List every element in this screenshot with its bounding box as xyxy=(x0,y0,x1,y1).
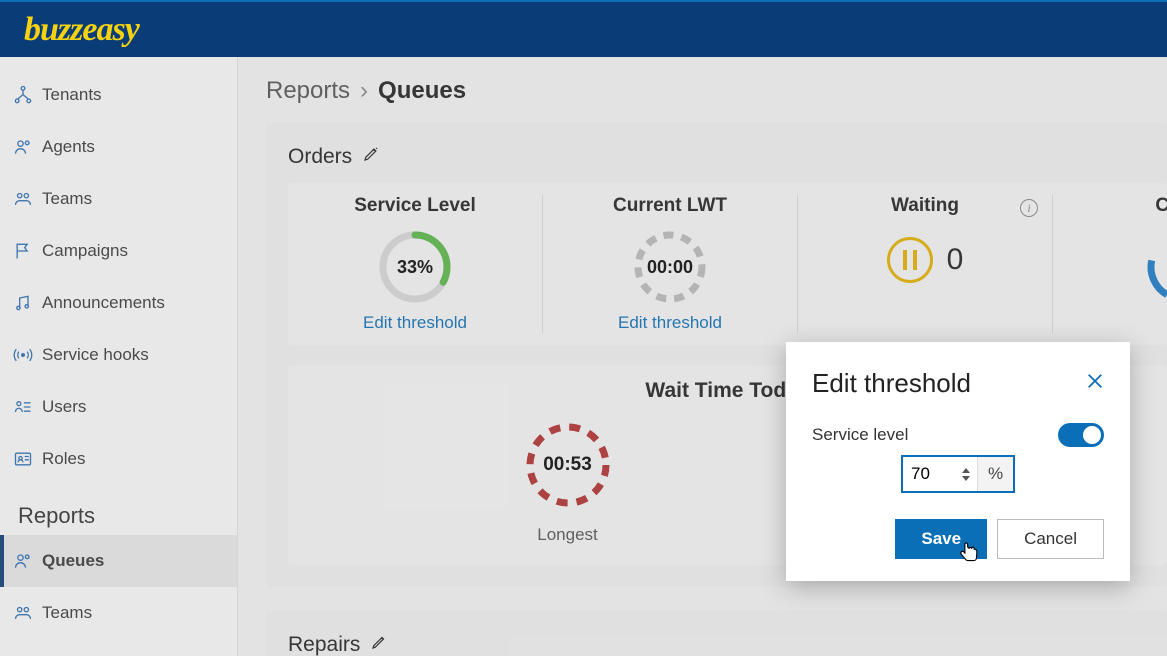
breadcrumb-current: Queues xyxy=(378,77,466,105)
sidebar-item-label: Tenants xyxy=(42,85,102,105)
person-icon xyxy=(12,136,34,158)
input-suffix: % xyxy=(977,457,1013,491)
sidebar-item-label: Teams xyxy=(42,603,92,623)
stat-sublabel: Longest xyxy=(537,525,598,545)
stat-card-current-lwt: Current LWT 00:00 Edit threshold xyxy=(543,195,798,333)
stat-title: Current LWT xyxy=(613,195,727,217)
sidebar-item-label: Announcements xyxy=(42,293,165,313)
service-level-toggle[interactable] xyxy=(1058,423,1104,447)
sidebar-item-teams[interactable]: Teams xyxy=(0,173,237,225)
network-icon xyxy=(12,84,34,106)
edit-icon[interactable] xyxy=(370,633,388,656)
sidebar-item-announcements[interactable]: Announcements xyxy=(0,277,237,329)
queue-panel-repairs: Repairs xyxy=(266,611,1167,656)
flag-icon xyxy=(12,240,34,262)
threshold-input-group: % xyxy=(901,455,1015,493)
stat-card-partial: Co xyxy=(1053,195,1167,333)
sidebar: Tenants Agents Teams Campaigns Announcem… xyxy=(0,57,238,656)
sidebar-item-label: Service hooks xyxy=(42,345,149,365)
broadcast-icon xyxy=(12,344,34,366)
pause-icon xyxy=(887,237,933,283)
music-icon xyxy=(12,292,34,314)
stat-title: Waiting xyxy=(891,195,959,217)
stat-title: Co xyxy=(1095,195,1167,217)
people-icon xyxy=(12,188,34,210)
stat-title: Service Level xyxy=(354,195,475,217)
sidebar-item-agents[interactable]: Agents xyxy=(0,121,237,173)
user-list-icon xyxy=(12,396,34,418)
sidebar-item-label: Agents xyxy=(42,137,95,157)
info-icon[interactable]: i xyxy=(1020,199,1038,217)
top-bar: buzzeasy xyxy=(0,0,1167,57)
stat-card-waiting: i Waiting 0 Edit threshold xyxy=(798,195,1053,333)
stat-value: 33% xyxy=(397,257,433,278)
sidebar-item-service-hooks[interactable]: Service hooks xyxy=(0,329,237,381)
breadcrumb: Reports › Queues xyxy=(238,57,1167,123)
close-icon[interactable] xyxy=(1086,372,1104,395)
queue-title: Orders xyxy=(288,145,1167,169)
stat-value: 00:00 xyxy=(647,257,693,278)
edit-icon[interactable] xyxy=(362,145,380,169)
sidebar-item-label: Campaigns xyxy=(42,241,128,261)
progress-ring xyxy=(1143,227,1167,307)
brand-logo: buzzeasy xyxy=(24,11,139,49)
people-icon xyxy=(12,602,34,624)
stat-card-service-level: Service Level 33% Edit threshold xyxy=(288,195,543,333)
progress-ring: 33% xyxy=(375,227,455,307)
edit-threshold-link[interactable]: Edit threshold xyxy=(363,313,467,333)
sidebar-item-roles[interactable]: Roles xyxy=(0,433,237,485)
person-icon xyxy=(12,550,34,572)
sidebar-item-report-teams[interactable]: Teams xyxy=(0,587,237,639)
threshold-input[interactable] xyxy=(903,457,959,491)
queue-title-label: Orders xyxy=(288,145,352,169)
edit-threshold-link[interactable]: Edit threshold xyxy=(618,313,722,333)
cancel-button[interactable]: Cancel xyxy=(997,519,1104,559)
sidebar-section-reports: Reports xyxy=(0,485,237,535)
dashed-ring: 00:53 xyxy=(520,417,616,513)
modal-title: Edit threshold xyxy=(812,368,971,399)
stat-value: 00:53 xyxy=(543,454,592,476)
sidebar-item-queues[interactable]: Queues xyxy=(0,535,237,587)
stat-value: 0 xyxy=(947,243,964,277)
sidebar-item-label: Queues xyxy=(42,551,104,571)
dashed-ring: 00:00 xyxy=(630,227,710,307)
edit-threshold-modal: Edit threshold Service level % Save Canc… xyxy=(786,342,1130,581)
save-button[interactable]: Save xyxy=(895,519,987,559)
chevron-right-icon: › xyxy=(360,77,368,105)
sidebar-item-label: Users xyxy=(42,397,86,417)
field-label-service-level: Service level xyxy=(812,425,908,445)
queue-title: Repairs xyxy=(288,633,1167,656)
breadcrumb-parent[interactable]: Reports xyxy=(266,77,350,105)
sidebar-item-tenants[interactable]: Tenants xyxy=(0,69,237,121)
sidebar-item-label: Roles xyxy=(42,449,85,469)
queue-title-label: Repairs xyxy=(288,633,360,656)
sidebar-item-label: Teams xyxy=(42,189,92,209)
id-card-icon xyxy=(12,448,34,470)
stat-card-row: Service Level 33% Edit threshold Curren xyxy=(288,183,1167,345)
sidebar-item-campaigns[interactable]: Campaigns xyxy=(0,225,237,277)
sidebar-item-users[interactable]: Users xyxy=(0,381,237,433)
number-stepper[interactable] xyxy=(959,457,973,491)
